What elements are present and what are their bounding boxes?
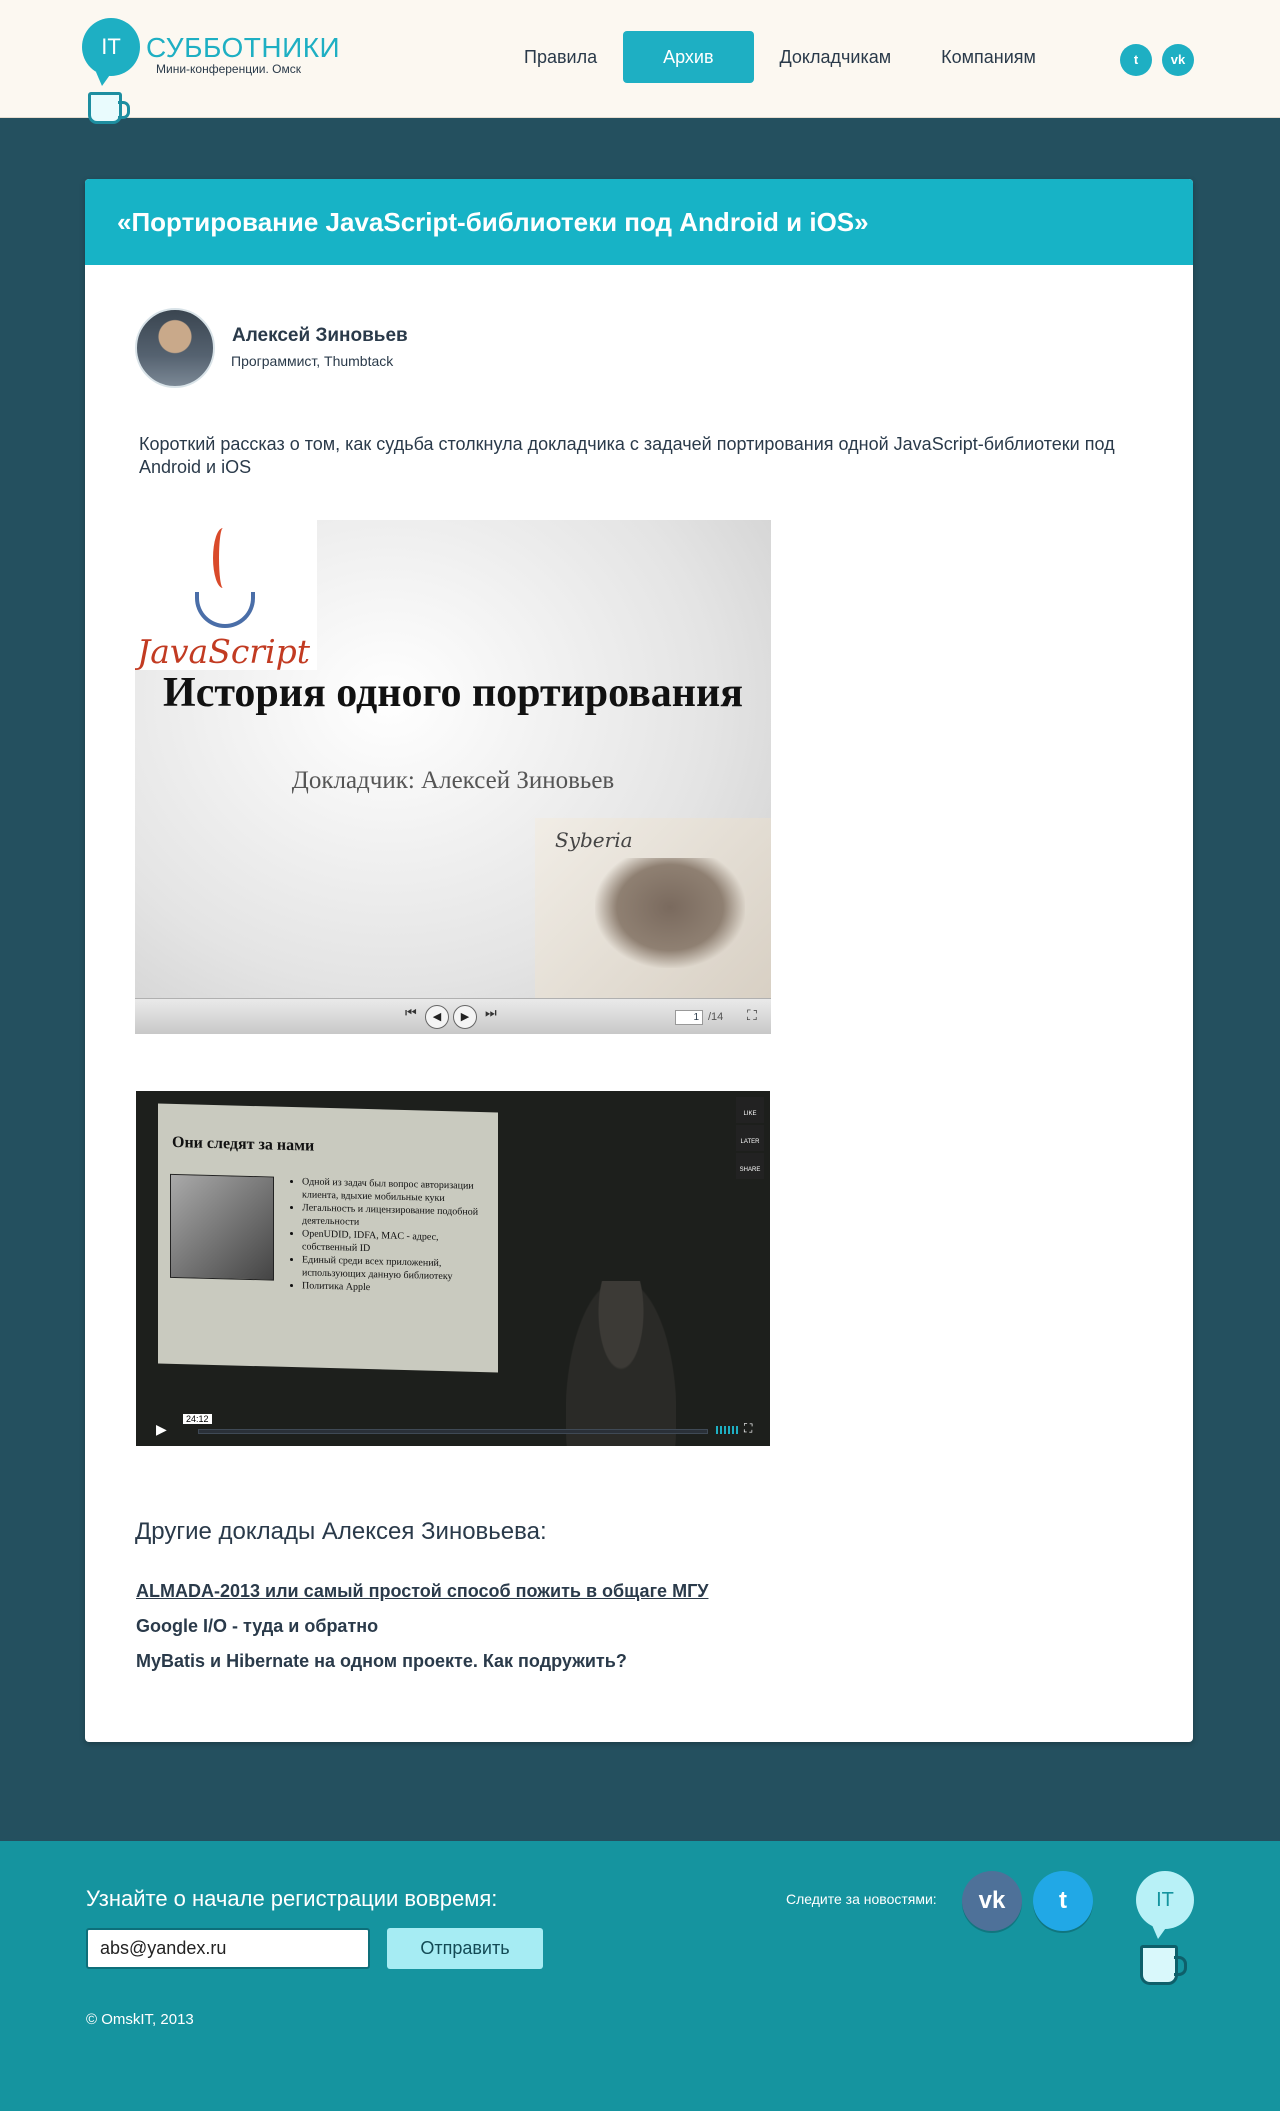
slide-brand: Syberia xyxy=(555,828,633,852)
video-side-actions: LIKE LATER SHARE xyxy=(736,1097,764,1181)
slideshow-controls: ⏮ ◀ ▶ ⏭ 1 /14 ⛶ xyxy=(135,998,771,1034)
video-controls: ▶ 24:12 ⛶ xyxy=(136,1414,770,1446)
nav-item-speakers[interactable]: Докладчикам xyxy=(756,31,916,83)
footer-logo-badge: IT xyxy=(1136,1871,1194,1939)
volume-icon[interactable] xyxy=(716,1426,738,1434)
other-talk-link[interactable]: MyBatis и Hibernate на одном проекте. Ка… xyxy=(136,1651,627,1672)
author-name: Алексей Зиновьев xyxy=(232,325,408,346)
logo-title: СУББОТНИКИ xyxy=(146,32,341,63)
author-role: Программист, Thumbtack xyxy=(231,353,394,369)
share-button[interactable]: SHARE xyxy=(736,1153,764,1179)
site-footer: Узнайте о начале регистрации вовремя: От… xyxy=(0,1841,1280,2111)
logo-subtitle: Мини-конференции. Омск xyxy=(156,62,302,76)
subscribe-title: Узнайте о начале регистрации вовремя: xyxy=(86,1886,498,1911)
page-number-input[interactable]: 1 xyxy=(675,1010,703,1025)
site-logo[interactable]: IT СУББОТНИКИ Мини-конференции. Омск xyxy=(82,18,340,138)
footer-logo: IT xyxy=(1136,1871,1206,2001)
other-talk-link[interactable]: ALMADA-2013 или самый простой способ пож… xyxy=(136,1581,708,1602)
slideshow-embed[interactable]: JavaScript История одного портирования Д… xyxy=(135,520,771,1034)
video-slide-title: Они следят за нами xyxy=(172,1133,315,1155)
twitter-icon[interactable]: t xyxy=(1120,44,1152,76)
play-icon[interactable]: ▶ xyxy=(156,1421,167,1438)
first-slide-icon[interactable]: ⏮ xyxy=(405,1005,417,1021)
mammoth-image: Syberia xyxy=(535,818,771,998)
vk-icon[interactable]: vk xyxy=(962,1871,1022,1931)
cup-icon xyxy=(1140,1945,1187,1985)
like-button[interactable]: LIKE xyxy=(736,1097,764,1123)
cup-icon xyxy=(88,92,130,124)
video-time: 24:12 xyxy=(183,1414,212,1424)
slide-title: История одного портирования xyxy=(163,670,743,716)
copyright: © OmskIT, 2013 xyxy=(86,2011,194,2028)
page-total: /14 xyxy=(708,1011,724,1023)
nav-item-archive[interactable]: Архив xyxy=(623,31,754,83)
talk-card: «Портирование JavaScript-библиотеки под … xyxy=(85,179,1193,1742)
vk-icon[interactable]: vk xyxy=(1162,44,1194,76)
slide-speaker: Докладчик: Алексей Зиновьев xyxy=(291,767,615,794)
logo-badge: IT xyxy=(82,18,140,86)
main-nav: Правила Архив Докладчикам Компаниям xyxy=(500,31,1062,83)
later-button[interactable]: LATER xyxy=(736,1125,764,1151)
header-social: t vk xyxy=(1120,44,1194,76)
avatar xyxy=(135,308,215,388)
last-slide-icon[interactable]: ⏭ xyxy=(485,1005,497,1021)
other-talk-link[interactable]: Google I/O - туда и обратно xyxy=(136,1616,378,1637)
video-slide-bullets: Одной из задач был вопрос авторизации кл… xyxy=(288,1175,488,1297)
comic-image xyxy=(170,1173,274,1281)
submit-button[interactable]: Отправить xyxy=(387,1928,543,1969)
talk-title: «Портирование JavaScript-библиотеки под … xyxy=(85,179,1193,265)
talk-description: Короткий рассказ о том, как судьба столк… xyxy=(139,434,1115,477)
follow-label: Следите за новостями: xyxy=(786,1891,937,1907)
javascript-logo-text: JavaScript xyxy=(137,632,311,671)
video-embed[interactable]: Они следят за нами Одной из задач был во… xyxy=(136,1091,770,1446)
twitter-icon[interactable]: t xyxy=(1033,1871,1093,1931)
projected-slide: Они следят за нами Одной из задач был во… xyxy=(158,1103,498,1373)
site-header: IT СУББОТНИКИ Мини-конференции. Омск Пра… xyxy=(0,0,1280,124)
email-field[interactable] xyxy=(86,1928,370,1969)
video-progress-bar[interactable] xyxy=(198,1429,708,1434)
javascript-logo: JavaScript xyxy=(135,520,317,671)
nav-item-rules[interactable]: Правила xyxy=(500,31,621,83)
other-talks-heading: Другие доклады Алексея Зиновьева: xyxy=(135,1518,547,1545)
fullscreen-icon[interactable]: ⛶ xyxy=(747,1007,757,1024)
next-slide-icon[interactable]: ▶ xyxy=(453,1005,477,1029)
nav-item-companies[interactable]: Компаниям xyxy=(917,31,1060,83)
fullscreen-icon[interactable]: ⛶ xyxy=(744,1421,752,1436)
prev-slide-icon[interactable]: ◀ xyxy=(425,1005,449,1029)
